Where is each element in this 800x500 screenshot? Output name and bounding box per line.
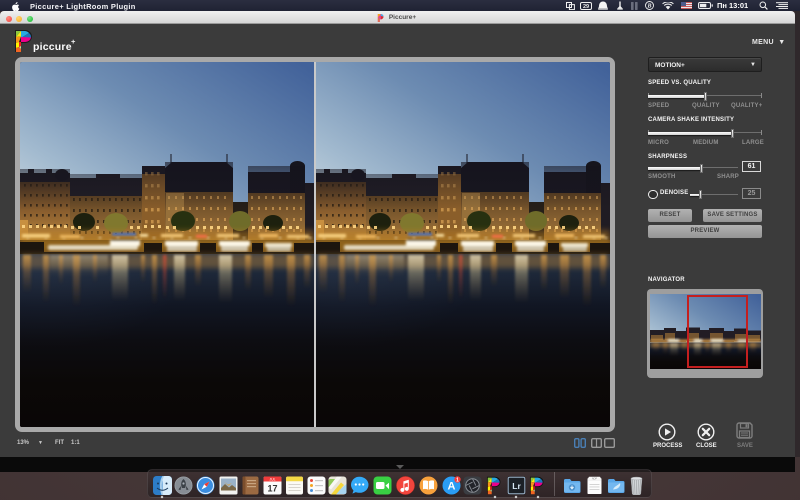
svg-text:29: 29 xyxy=(583,4,589,10)
svg-text:ADP: ADP xyxy=(592,476,598,480)
svg-text:B: B xyxy=(646,4,651,10)
svg-text:JUL: JUL xyxy=(269,478,275,482)
svg-text:Lr: Lr xyxy=(512,481,521,491)
svg-text:17: 17 xyxy=(267,484,277,494)
svg-text:A: A xyxy=(447,481,455,493)
svg-text:1: 1 xyxy=(456,477,459,483)
